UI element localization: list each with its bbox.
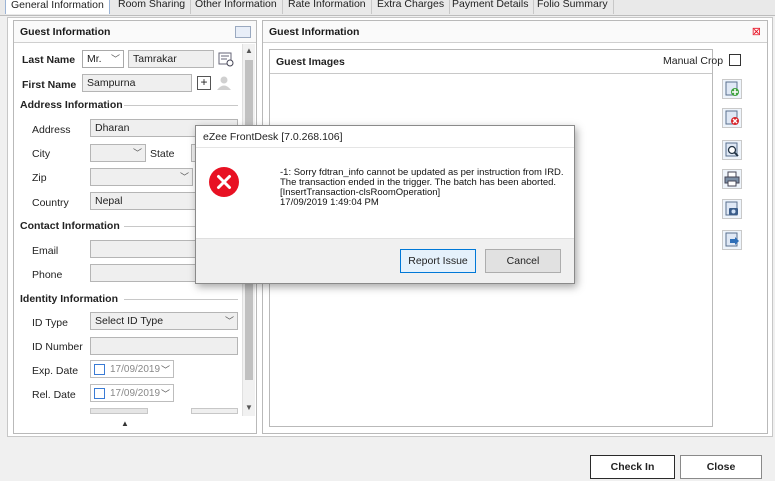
manual-crop-label: Manual Crop (663, 55, 724, 67)
tab-folio-summary[interactable]: Folio Summary (532, 0, 614, 14)
rel-date-label: Rel. Date (32, 389, 76, 401)
identity-section-title: Identity Information (20, 293, 118, 305)
address-label: Address (32, 124, 71, 136)
manual-crop-checkbox[interactable] (729, 54, 741, 66)
id-type-value: Select ID Type (95, 315, 164, 327)
last-name-label: Last Name (22, 54, 76, 66)
chevron-down-icon: ﹀ (160, 389, 170, 399)
close-button[interactable]: Close (680, 455, 762, 479)
close-panel-icon[interactable]: ⊠ (752, 25, 761, 38)
check-in-button[interactable]: Check In (590, 455, 675, 479)
tab-general-information[interactable]: General Information (5, 0, 110, 14)
images-divider (270, 73, 712, 74)
salutation-select[interactable]: Mr. ﹀ (82, 50, 124, 68)
chevron-down-icon: ﹀ (224, 316, 234, 326)
scroll-down-arrow-icon[interactable]: ▼ (245, 403, 253, 412)
email-label: Email (32, 245, 59, 257)
guest-photo-icon[interactable] (216, 75, 234, 91)
id-number-field[interactable] (90, 337, 238, 355)
name-details-icon[interactable] (218, 51, 234, 67)
export-image-icon[interactable] (722, 230, 742, 250)
identity-section-divider (124, 299, 238, 300)
tab-other-information[interactable]: Other Information (190, 0, 283, 14)
exp-date-checkbox[interactable] (94, 364, 105, 375)
guest-information-title: Guest Information (14, 21, 256, 43)
first-name-label: First Name (22, 79, 77, 91)
zoom-image-icon[interactable] (722, 140, 742, 160)
rel-date-picker[interactable]: 17/09/2019 ﹀ (90, 384, 174, 402)
last-name-field[interactable]: Tamrakar (128, 50, 214, 68)
dialog-message: -1: Sorry fdtran_info cannot be updated … (280, 168, 564, 208)
state-label: State (150, 148, 175, 160)
zip-select[interactable]: ﹀ (90, 168, 193, 186)
zip-label: Zip (32, 172, 47, 184)
expand-up-arrow-icon[interactable]: ▲ (121, 419, 129, 428)
chevron-down-icon: ﹀ (160, 365, 170, 375)
scroll-up-arrow-icon[interactable]: ▲ (245, 46, 253, 55)
first-name-field[interactable]: Sampurna (82, 74, 192, 92)
add-image-icon[interactable] (722, 79, 742, 99)
id-type-select[interactable]: Select ID Type ﹀ (90, 312, 238, 330)
error-dialog: eZee FrontDesk [7.0.268.106] -1: Sorry f… (195, 125, 575, 284)
rel-date-value: 17/09/2019 (110, 388, 161, 399)
hidden-row-field (191, 408, 238, 414)
report-issue-button[interactable]: Report Issue (400, 249, 476, 273)
id-type-label: ID Type (32, 317, 68, 329)
dialog-footer: Report Issue Cancel (196, 238, 574, 283)
chevron-down-icon: ﹀ (132, 148, 142, 158)
remove-image-icon[interactable] (722, 108, 742, 128)
add-icon[interactable]: + (197, 76, 211, 90)
cancel-button[interactable]: Cancel (485, 249, 561, 273)
hidden-row-field (90, 408, 148, 414)
dialog-message-line: 17/09/2019 1:49:04 PM (280, 197, 379, 208)
address-section-divider (124, 105, 238, 106)
rel-date-checkbox[interactable] (94, 388, 105, 399)
view-toggle-icon[interactable] (235, 26, 251, 38)
city-label: City (32, 148, 51, 160)
country-label: Country (32, 197, 69, 209)
tab-payment-details[interactable]: Payment Details (447, 0, 535, 14)
tab-bar: General Information Room Sharing Other I… (0, 0, 775, 16)
city-select[interactable]: ﹀ (90, 144, 146, 162)
salutation-value: Mr. (87, 53, 102, 65)
exp-date-label: Exp. Date (32, 365, 79, 377)
scan-image-icon[interactable] (722, 199, 742, 219)
id-number-label: ID Number (32, 341, 83, 353)
tab-extra-charges[interactable]: Extra Charges (372, 0, 451, 14)
contact-section-title: Contact Information (20, 220, 120, 232)
exp-date-value: 17/09/2019 (110, 364, 161, 375)
print-image-icon[interactable] (722, 169, 742, 189)
tab-room-sharing[interactable]: Room Sharing (113, 0, 192, 14)
tab-rate-information[interactable]: Rate Information (283, 0, 372, 14)
address-section-title: Address Information (20, 99, 123, 111)
chevron-down-icon: ﹀ (110, 54, 120, 64)
error-icon (208, 166, 240, 198)
guest-images-panel-title: Guest Information (263, 21, 767, 43)
guest-images-label: Guest Images (276, 56, 345, 68)
dialog-title: eZee FrontDesk [7.0.268.106] (196, 126, 574, 148)
phone-label: Phone (32, 269, 63, 281)
exp-date-picker[interactable]: 17/09/2019 ﹀ (90, 360, 174, 378)
chevron-down-icon: ﹀ (179, 172, 189, 182)
